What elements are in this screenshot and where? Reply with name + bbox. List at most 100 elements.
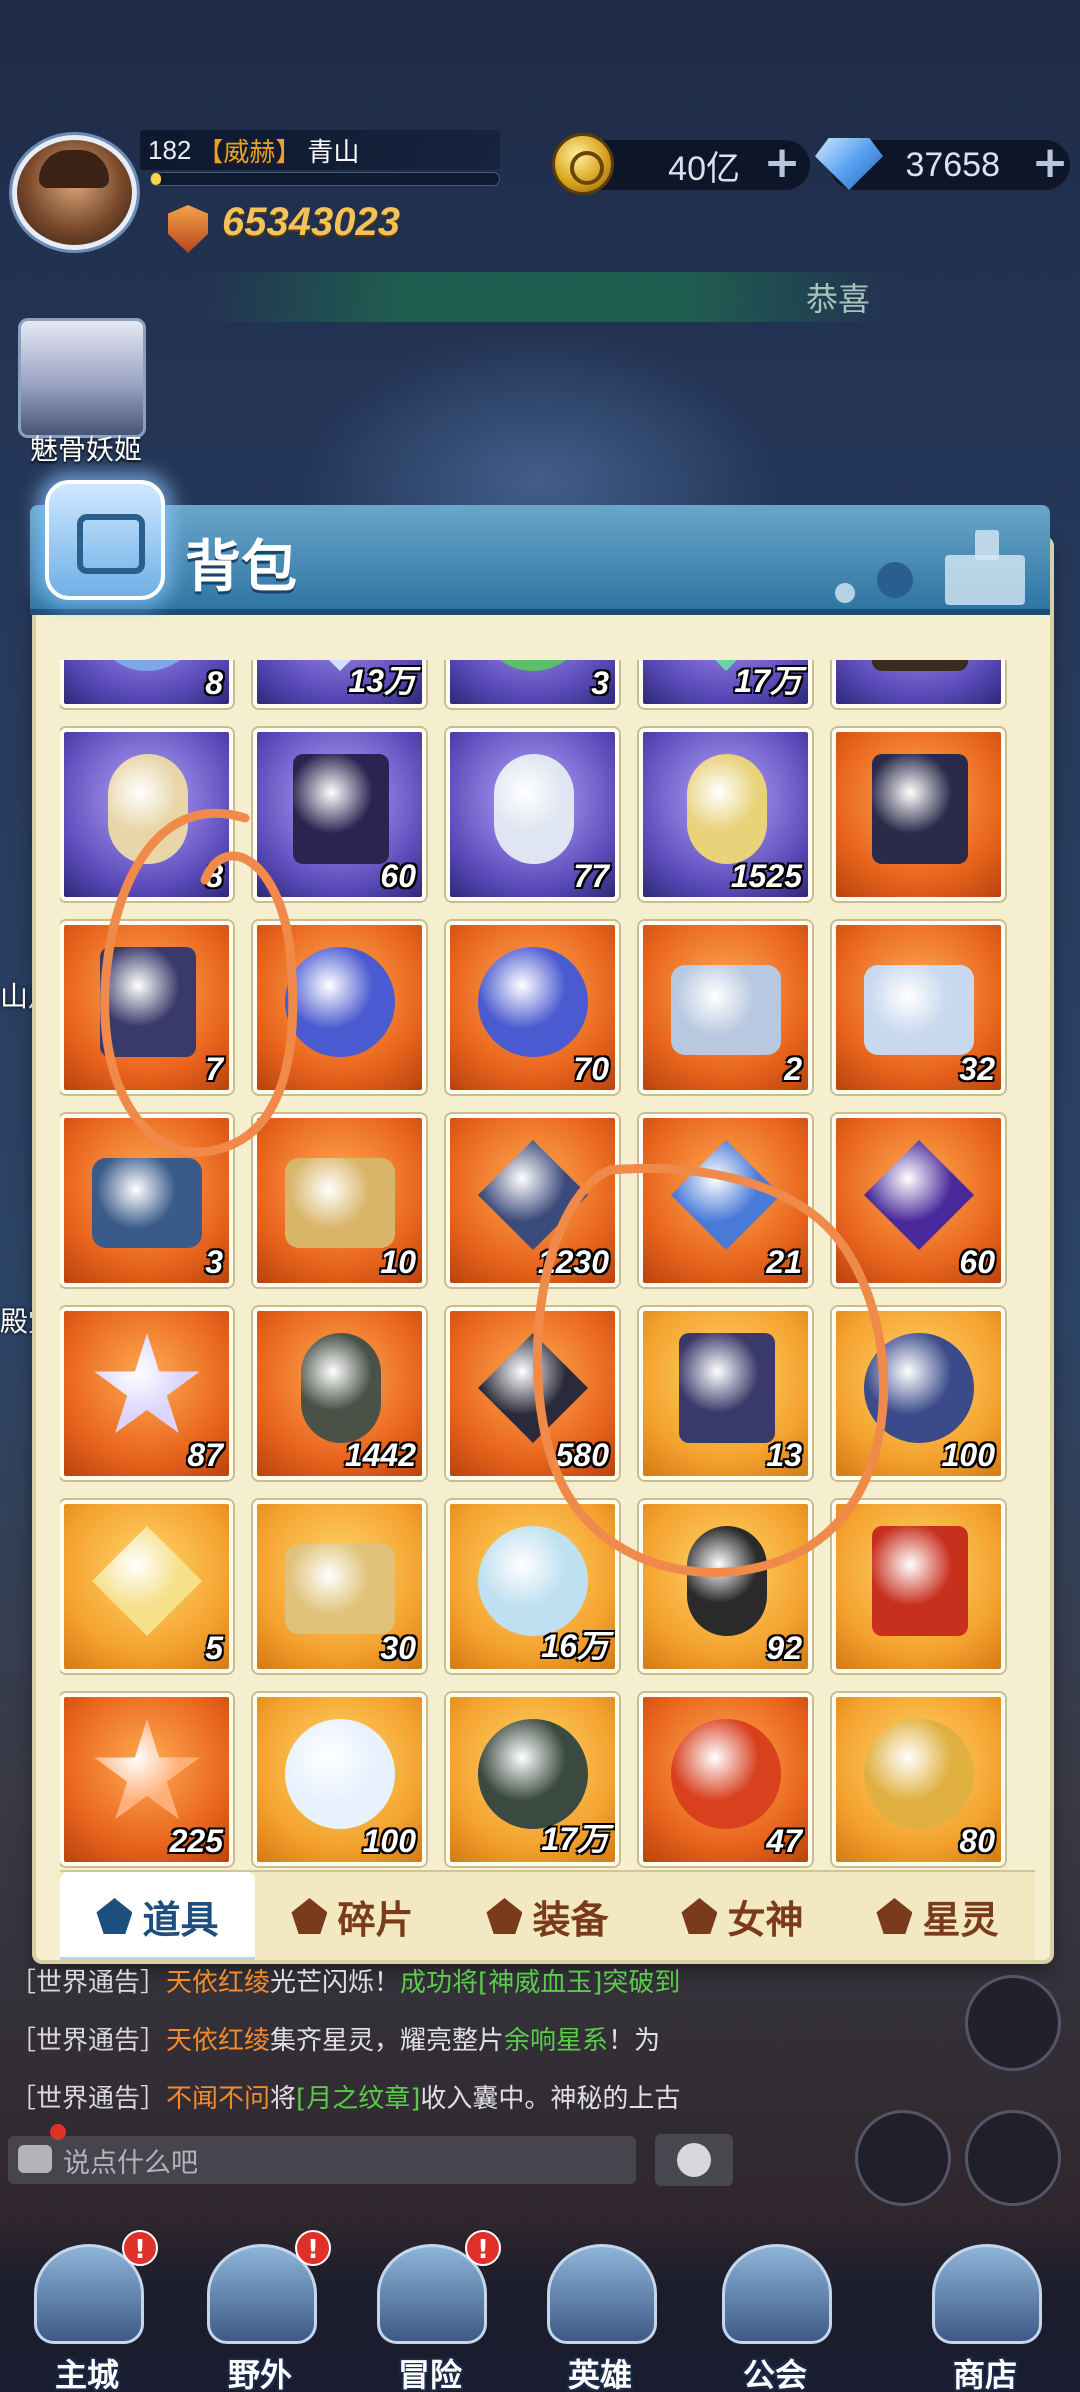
side-hero-portrait[interactable] — [18, 318, 146, 438]
blue-rune-icon — [671, 1140, 781, 1250]
emoji-icon — [677, 2143, 711, 2177]
potion-icon — [478, 1526, 588, 1636]
item-count: 92 — [766, 1630, 802, 1666]
nav-item-3[interactable]: 英雄 — [525, 2230, 675, 2392]
bag-item-slot[interactable]: 60 — [253, 728, 426, 901]
chat-tag: ［世界通告］ — [10, 2084, 167, 2114]
emoji-button[interactable] — [655, 2134, 733, 2186]
item-count: 3 — [205, 1244, 223, 1280]
nav-item-5[interactable]: 商店 — [910, 2230, 1060, 2392]
bag-item-slot[interactable]: 1230 — [446, 1114, 619, 1287]
item-count: 70 — [573, 1051, 609, 1087]
bag-item-slot[interactable]: 100 — [253, 1693, 426, 1866]
chat-line-3[interactable]: ［世界通告］不闻不问将[月之纹章]收入囊中。神秘的上古 — [10, 2078, 730, 2115]
chat-highlight: 成功将[神威血玉]突破到 — [400, 1968, 681, 1998]
chat-line-2[interactable]: ［世界通告］天依红绫集齐星灵，耀亮整片余响星系！为 — [10, 2020, 730, 2057]
nav-item-0[interactable]: 主城! — [12, 2230, 162, 2392]
chat-input[interactable]: 说点什么吧 — [8, 2136, 636, 2184]
bag-item-slot[interactable]: 1442 — [253, 1307, 426, 1480]
friends-button[interactable] — [965, 1975, 1061, 2071]
star-shard-icon — [94, 1333, 200, 1434]
item-count: 60 — [959, 1244, 995, 1280]
bag-item-slot[interactable]: 100 — [832, 1307, 1005, 1480]
bag-item-slot[interactable]: 60 — [832, 1114, 1005, 1287]
bag-item-slot[interactable]: 8 — [60, 660, 233, 708]
item-count: 1230 — [537, 1244, 609, 1280]
add-gem-button[interactable]: + — [1030, 141, 1070, 185]
star-spirit-tab-icon — [876, 1898, 913, 1934]
bag-item-slot[interactable]: 77 — [446, 728, 619, 901]
bag-item-slot[interactable] — [832, 728, 1005, 901]
bag-item-slot[interactable]: 17万 — [639, 660, 812, 708]
exp-bar-fill — [151, 173, 162, 185]
bag-item-slot[interactable]: 21 — [639, 1114, 812, 1287]
tab-3[interactable]: 女神 — [645, 1872, 840, 1960]
ranking-button[interactable] — [855, 2110, 951, 2206]
bag-item-slot[interactable]: 80 — [832, 1693, 1005, 1866]
bag-item-slot[interactable]: 13 — [639, 1307, 812, 1480]
gold-scroll-icon — [687, 754, 767, 864]
chat-placeholder: 说点什么吧 — [63, 2147, 198, 2179]
bag-item-slot[interactable]: 13万 — [253, 660, 426, 708]
chat-bubble-icon — [18, 2145, 52, 2173]
item-count: 7 — [205, 1051, 223, 1087]
backpack-button[interactable] — [965, 2110, 1061, 2206]
tab-0[interactable]: 道具 — [60, 1872, 255, 1960]
bag-item-slot[interactable]: 16万 — [446, 1500, 619, 1673]
fire-star-icon — [94, 1719, 200, 1820]
bag-item-slot[interactable]: 580 — [446, 1307, 619, 1480]
item-count: 8 — [205, 858, 223, 894]
nav-item-4[interactable]: 公会 — [700, 2230, 850, 2392]
item-count: 1525 — [730, 858, 802, 894]
tab-4[interactable]: 星灵 — [840, 1872, 1035, 1960]
bag-item-slot[interactable]: 70 — [446, 921, 619, 1094]
hero-helmet-icon — [547, 2244, 657, 2344]
player-guild-tag: 【威赫】 — [197, 137, 302, 168]
bag-item-slot[interactable] — [832, 660, 1005, 708]
player-name: 青山 — [307, 137, 360, 168]
star-orb-icon — [285, 947, 395, 1057]
hourglass-icon — [108, 754, 188, 864]
bag-item-slot[interactable] — [253, 921, 426, 1094]
tab-label: 女神 — [727, 1897, 804, 1942]
chat-player[interactable]: 不闻不问 — [166, 2084, 270, 2114]
chat-player[interactable]: 天依红绫 — [166, 2026, 270, 2056]
bag-item-slot[interactable]: 1525 — [639, 728, 812, 901]
item-grid[interactable]: 8 13万 3 17万 8 60 77 1525 7 70 2 32 3 10 1230 21 60 87 1442… — [60, 660, 1020, 1870]
bag-item-slot[interactable]: 2 — [639, 921, 812, 1094]
tab-label: 装备 — [532, 1897, 609, 1942]
bag-item-slot[interactable]: 3 — [60, 1114, 233, 1287]
item-count: 3 — [591, 665, 609, 701]
exp-bar — [150, 172, 500, 186]
bag-item-slot[interactable] — [832, 1500, 1005, 1673]
nav-alert-badge: ! — [465, 2230, 501, 2266]
nav-item-1[interactable]: 野外! — [185, 2230, 335, 2392]
side-hero-name: 魅骨妖姬 — [29, 433, 142, 466]
chat-player[interactable]: 天依红绫 — [166, 1968, 270, 1998]
bag-item-slot[interactable]: 47 — [639, 1693, 812, 1866]
player-avatar[interactable] — [12, 135, 137, 250]
star-orb-icon — [478, 947, 588, 1057]
bag-item-slot[interactable]: 7 — [60, 921, 233, 1094]
bag-item-slot[interactable]: 5 — [60, 1500, 233, 1673]
nav-item-2[interactable]: 冒险! — [355, 2230, 505, 2392]
bag-item-slot[interactable]: 10 — [253, 1114, 426, 1287]
bag-item-slot[interactable]: 30 — [253, 1500, 426, 1673]
bag-item-slot[interactable]: 3 — [446, 660, 619, 708]
chat-line-1[interactable]: ［世界通告］天依红绫光芒闪烁！成功将[神威血玉]突破到 — [10, 1962, 730, 1999]
item-count: 17万 — [734, 663, 802, 699]
add-gold-button[interactable]: + — [762, 141, 802, 185]
bag-item-slot[interactable]: 92 — [639, 1500, 812, 1673]
bag-item-slot[interactable]: 32 — [832, 921, 1005, 1094]
bag-item-slot[interactable]: 225 — [60, 1693, 233, 1866]
bag-item-slot[interactable]: 8 — [60, 728, 233, 901]
helmet-fragment-icon — [864, 1333, 974, 1443]
tab-1[interactable]: 碎片 — [255, 1872, 450, 1960]
banner-text: 恭喜 — [805, 280, 870, 318]
bag-item-slot[interactable]: 17万 — [446, 1693, 619, 1866]
tab-2[interactable]: 装备 — [450, 1872, 645, 1960]
void-rune-icon — [864, 1140, 974, 1250]
green-leaf-icon — [478, 660, 588, 671]
treasure-chest-icon — [92, 1158, 202, 1248]
bag-item-slot[interactable]: 87 — [60, 1307, 233, 1480]
